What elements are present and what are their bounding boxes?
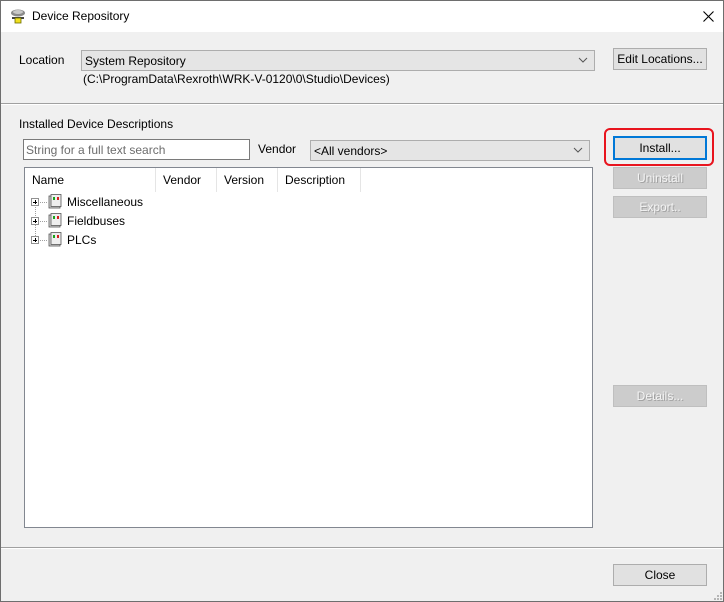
tree-connector: [40, 202, 47, 203]
divider: [1, 548, 723, 549]
node-label: PLCs: [67, 233, 97, 247]
vendor-dropdown[interactable]: <All vendors>: [310, 140, 590, 161]
device-repository-icon: [11, 9, 25, 24]
node-label: Miscellaneous: [67, 195, 144, 209]
window-title: Device Repository: [32, 9, 130, 23]
device-folder-icon: [48, 194, 62, 209]
title-bar: Device Repository: [1, 1, 723, 32]
close-button[interactable]: Close: [613, 564, 707, 586]
device-folder-icon: [48, 213, 62, 228]
tree-connector: [40, 221, 47, 222]
chevron-down-icon: [578, 57, 588, 63]
location-path: (C:\ProgramData\Rexroth\WRK-V-0120\0\Stu…: [83, 72, 390, 86]
resize-grip-icon[interactable]: [714, 592, 722, 600]
column-header-description[interactable]: Description: [278, 168, 361, 192]
expand-icon[interactable]: [31, 236, 39, 244]
details-button[interactable]: Details...: [613, 385, 707, 407]
location-label: Location: [19, 53, 65, 67]
close-icon: [702, 11, 714, 22]
tree-connector: [40, 240, 47, 241]
install-button[interactable]: Install...: [613, 136, 707, 160]
chevron-down-icon: [573, 147, 583, 153]
edit-locations-button[interactable]: Edit Locations...: [613, 48, 707, 70]
tree-node-fieldbuses[interactable]: Fieldbuses: [25, 212, 225, 230]
device-tree[interactable]: Name Vendor Version Description Miscella…: [24, 167, 593, 528]
installed-descriptions-label: Installed Device Descriptions: [19, 117, 174, 131]
vendor-selected: <All vendors>: [314, 144, 388, 158]
close-window-button[interactable]: [693, 1, 723, 32]
tree-node-plcs[interactable]: PLCs: [25, 231, 225, 249]
expand-icon[interactable]: [31, 217, 39, 225]
location-selected: System Repository: [85, 54, 186, 68]
divider: [1, 104, 723, 105]
column-header-vendor[interactable]: Vendor: [156, 168, 217, 192]
full-text-search-input[interactable]: [23, 139, 250, 160]
expand-icon[interactable]: [31, 198, 39, 206]
location-dropdown[interactable]: System Repository: [81, 50, 595, 71]
tree-node-miscellaneous[interactable]: Miscellaneous: [25, 193, 225, 211]
export-button[interactable]: Export..: [613, 196, 707, 218]
node-label: Fieldbuses: [67, 214, 126, 228]
column-header-version[interactable]: Version: [217, 168, 278, 192]
column-header-name[interactable]: Name: [25, 168, 156, 192]
uninstall-button[interactable]: Uninstall: [613, 167, 707, 189]
device-folder-icon: [48, 232, 62, 247]
vendor-label: Vendor: [258, 142, 297, 156]
device-repository-dialog: Device Repository Location System Reposi…: [0, 0, 724, 602]
